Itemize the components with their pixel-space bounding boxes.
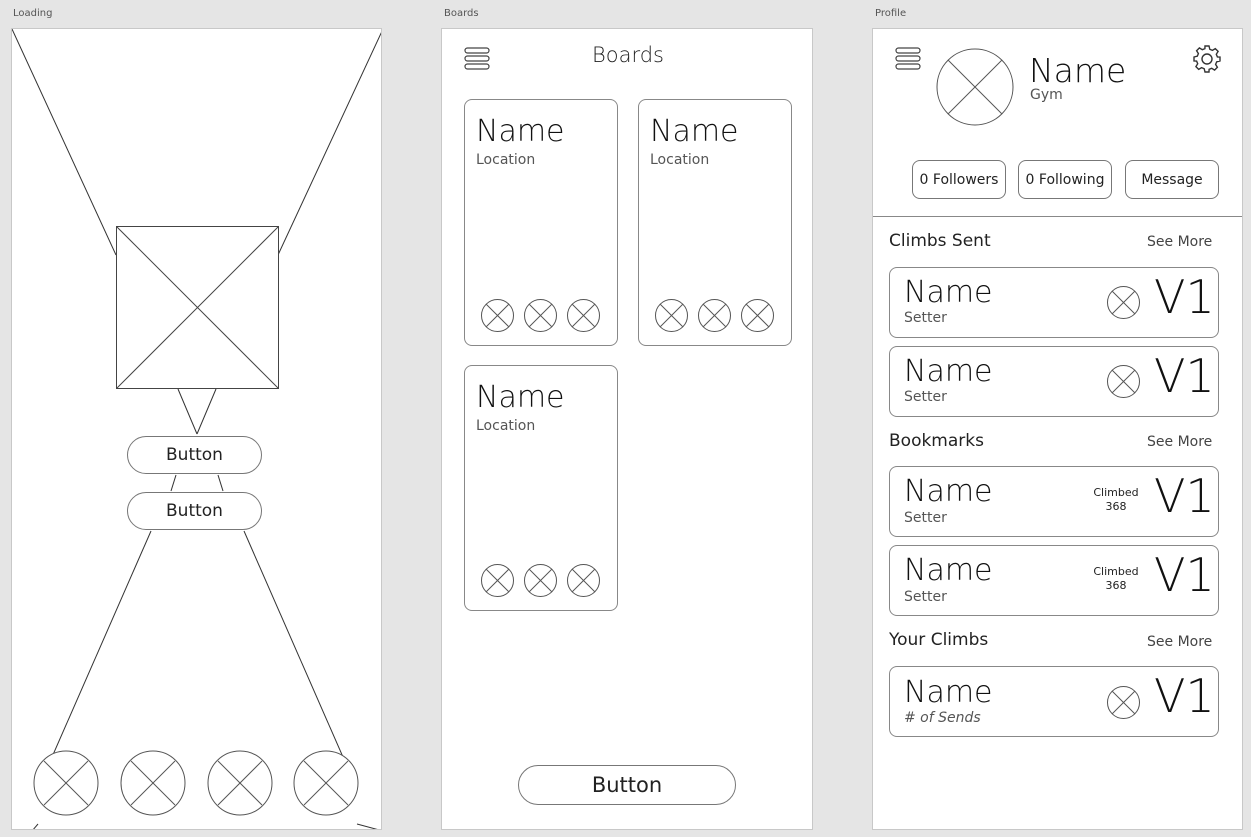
board-name: Name xyxy=(476,380,565,415)
climb-card[interactable]: Name # of Sends V1 xyxy=(889,666,1219,737)
avatar-placeholder-icon xyxy=(567,564,600,597)
avatar-placeholder-icon xyxy=(1107,286,1140,319)
board-location: Location xyxy=(476,418,536,434)
board-location: Location xyxy=(650,152,710,168)
avatar-placeholder-icon xyxy=(1107,686,1140,719)
climb-grade: V1 xyxy=(1154,469,1215,523)
climb-name: Name xyxy=(904,275,993,310)
avatar-placeholder-icon xyxy=(524,299,557,332)
see-more-link[interactable]: See More xyxy=(1147,434,1212,450)
profile-name: Name xyxy=(1029,51,1127,90)
climb-grade: V1 xyxy=(1154,548,1215,602)
following-button[interactable]: 0 Following xyxy=(1018,160,1112,199)
avatar-placeholder-icon xyxy=(698,299,731,332)
board-card[interactable]: Name Location xyxy=(464,99,618,346)
climb-card[interactable]: Name Setter Climbed 368 V1 xyxy=(889,466,1219,537)
avatar-placeholder-icon[interactable] xyxy=(120,750,186,816)
board-card[interactable]: Name Location xyxy=(638,99,792,346)
section-title-bookmarks: Bookmarks xyxy=(889,431,984,451)
avatar-placeholder-icon xyxy=(524,564,557,597)
avatar-placeholder-icon[interactable] xyxy=(207,750,273,816)
climbed-label: Climbed xyxy=(1093,565,1139,578)
avatar-placeholder-icon xyxy=(655,299,688,332)
followers-button[interactable]: 0 Followers xyxy=(912,160,1006,199)
climb-setter: Setter xyxy=(904,510,947,526)
boards-primary-button[interactable]: Button xyxy=(518,765,736,805)
frame-label-boards: Boards xyxy=(444,8,479,19)
board-name: Name xyxy=(476,114,565,149)
frame-label-loading: Loading xyxy=(13,8,53,19)
climb-card[interactable]: Name Setter V1 xyxy=(889,267,1219,338)
profile-gym: Gym xyxy=(1030,87,1063,103)
avatar-placeholder-icon xyxy=(481,299,514,332)
settings-gear-icon[interactable] xyxy=(1191,43,1223,75)
loading-button-1[interactable]: Button xyxy=(127,436,262,474)
message-button[interactable]: Message xyxy=(1125,160,1219,199)
image-placeholder-icon xyxy=(116,226,279,389)
climb-setter: Setter xyxy=(904,589,947,605)
climb-sends: # of Sends xyxy=(904,710,981,726)
boards-screen: Boards Name Location Name Location Name … xyxy=(441,28,813,830)
divider xyxy=(873,216,1242,217)
climbed-count: 368 xyxy=(1105,500,1127,513)
section-title-climbs-sent: Climbs Sent xyxy=(889,231,991,251)
climb-grade: V1 xyxy=(1154,270,1215,324)
see-more-link[interactable]: See More xyxy=(1147,234,1212,250)
avatar-placeholder-icon[interactable] xyxy=(293,750,359,816)
climb-name: Name xyxy=(904,553,993,588)
board-name: Name xyxy=(650,114,739,149)
climb-grade: V1 xyxy=(1154,349,1215,403)
section-title-your-climbs: Your Climbs xyxy=(889,630,989,650)
profile-screen: Name Gym 0 Followers 0 Following Message… xyxy=(872,28,1243,830)
hamburger-icon[interactable] xyxy=(895,47,921,71)
climb-name: Name xyxy=(904,675,993,710)
see-more-link[interactable]: See More xyxy=(1147,634,1212,650)
loading-placeholder-lines xyxy=(12,29,381,829)
climb-setter: Setter xyxy=(904,310,947,326)
climbed-count: 368 xyxy=(1105,579,1127,592)
avatar-placeholder-icon[interactable] xyxy=(936,48,1014,126)
avatar-placeholder-icon xyxy=(1107,365,1140,398)
loading-screen: Button Button xyxy=(11,28,382,830)
frame-label-profile: Profile xyxy=(875,8,907,19)
climb-name: Name xyxy=(904,354,993,389)
climb-grade: V1 xyxy=(1154,669,1215,723)
avatar-placeholder-icon xyxy=(567,299,600,332)
board-card[interactable]: Name Location xyxy=(464,365,618,611)
loading-button-2[interactable]: Button xyxy=(127,492,262,530)
board-location: Location xyxy=(476,152,536,168)
page-title: Boards xyxy=(591,43,664,67)
climbed-label: Climbed xyxy=(1093,486,1139,499)
avatar-placeholder-icon xyxy=(481,564,514,597)
avatar-placeholder-icon[interactable] xyxy=(33,750,99,816)
climb-card[interactable]: Name Setter Climbed 368 V1 xyxy=(889,545,1219,616)
climb-setter: Setter xyxy=(904,389,947,405)
avatar-placeholder-icon xyxy=(741,299,774,332)
climb-card[interactable]: Name Setter V1 xyxy=(889,346,1219,417)
climb-name: Name xyxy=(904,474,993,509)
